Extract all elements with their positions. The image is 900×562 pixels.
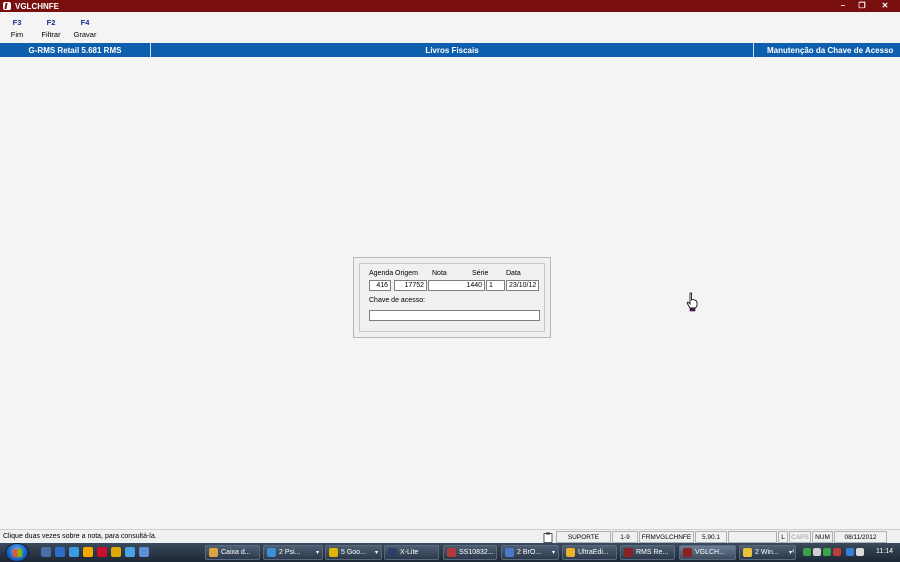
rms-icon [683,548,692,557]
taskbar: Caixa d... 2 Psi... ▾ 5 Goo... ▾ X-Lite SS… [0,543,900,562]
fkey-gravar-button[interactable]: F4 Gravar [68,18,102,39]
folder-icon [209,548,218,557]
taskbar-item-active[interactable]: VGLCH... [679,545,736,560]
status-date: 08/11/2012 [834,531,887,543]
taskbar-item[interactable]: 2 BrO... ▾ [501,545,559,560]
status-message: Clique duas vezes sobre a nota, para con… [3,533,157,540]
document-icon [447,548,456,557]
agenda-label: Agenda [369,270,394,277]
phone-icon [388,548,397,557]
data-field[interactable]: 23/10/12 [506,280,539,291]
window-title: VGLCHNFE [15,1,59,11]
fkey-label: Filtrar [41,30,61,39]
module-name: Livros Fiscais [151,43,754,57]
status-num: NUM [812,531,833,543]
chrome-icon[interactable] [111,547,121,557]
taskbar-item-label: 2 Psi... [279,549,301,556]
restore-button[interactable]: ❐ [853,0,871,11]
close-button[interactable]: ✕ [872,0,898,11]
pdf-icon[interactable] [97,547,107,557]
agenda-field[interactable]: 416 [369,280,391,291]
tray-alert-icon[interactable] [833,548,841,556]
tray-expand-icon[interactable]: ‹ [792,546,795,555]
system-tray: ‹ 11:14 [790,543,900,562]
status-bar: Clique duas vezes sobre a nota, para con… [0,529,900,543]
taskbar-item-label: Caixa d... [221,549,251,556]
window-quicklaunch-icon[interactable] [139,547,149,557]
fkey-code: F2 [46,18,56,27]
tray-status-icon[interactable] [823,548,831,556]
window-controls: – ❐ ✕ [834,0,898,11]
taskbar-item[interactable]: UltraEdi... [562,545,617,560]
nota-form: Agenda Origem Nota Série Data 416 17752 … [359,263,545,332]
taskbar-item[interactable]: SS10832... [443,545,497,560]
title-bar: VGLCHNFE – ❐ ✕ [0,0,900,12]
show-desktop-icon[interactable] [41,547,51,557]
screen-name: Manutenção da Chave de Acesso [767,45,894,55]
taskbar-item[interactable]: 5 Goo... ▾ [325,545,382,560]
nota-panel: Agenda Origem Nota Série Data 416 17752 … [353,257,551,338]
origem-label: Origem [395,270,418,277]
taskbar-item-label: UltraEdi... [578,549,609,556]
minimize-button[interactable]: – [834,0,852,11]
app-icon [3,2,11,10]
status-l: L [778,531,788,543]
status-user: SUPORTE [556,531,611,543]
fkey-filtrar-button[interactable]: F2 Filtrar [34,18,68,39]
status-range: 1-9 [612,531,638,543]
taskbar-item[interactable]: 2 Psi... ▾ [263,545,323,560]
status-caps: CAPS [789,531,811,543]
fkey-code: F4 [80,18,90,27]
taskbar-item-label: X-Lite [400,549,419,556]
clipboard-icon [541,531,555,543]
volume-icon[interactable] [856,548,864,556]
taskbar-item-label: 2 Win... [755,549,779,556]
taskbar-item[interactable]: Caixa d... [205,545,260,560]
app-quicklaunch-icon[interactable] [125,547,135,557]
taskbar-item[interactable]: 2 Win... ▾ [739,545,796,560]
clock[interactable]: 11:14 [876,548,893,555]
media-icon[interactable] [83,547,93,557]
tray-app-icon[interactable] [813,548,821,556]
app-icon [267,548,276,557]
module-header: G-RMS Retail 5.681 RMS Livros Fiscais Ma… [0,43,900,57]
function-key-toolbar: F3 Fim F2 Filtrar F4 Gravar [0,12,900,43]
folder-icon [743,548,752,557]
taskbar-item-label: RMS Re... [636,549,669,556]
network-icon[interactable] [803,548,811,556]
taskbar-item[interactable]: X-Lite [384,545,439,560]
fkey-fim-button[interactable]: F3 Fim [0,18,34,39]
chrome-icon [329,548,338,557]
ie-icon[interactable] [69,547,79,557]
origem-field[interactable]: 17752 [394,280,427,291]
taskbar-item-label: SS10832... [459,549,494,556]
fkey-label: Gravar [73,30,97,39]
taskbar-item-label: VGLCH... [695,549,725,556]
fkey-label: Fim [10,30,24,39]
status-empty [728,531,777,543]
status-version: 5.90.1 [695,531,727,543]
editor-icon [566,548,575,557]
display-icon[interactable] [846,548,854,556]
chave-acesso-field[interactable] [369,310,540,321]
serie-field[interactable]: 1 [486,280,505,291]
taskbar-item-label: 5 Goo... [341,549,366,556]
rms-icon [624,548,633,557]
nota-label: Nota [432,270,447,277]
taskbar-item-label: 2 BrO... [517,549,542,556]
serie-label: Série [472,270,489,277]
explorer-icon[interactable] [55,547,65,557]
status-form: FRMVGLCHNFE [639,531,694,543]
fkey-code: F3 [12,18,22,27]
start-button[interactable] [5,543,29,562]
chave-label: Chave de acesso: [369,297,426,304]
system-name: G-RMS Retail 5.681 RMS [0,43,151,57]
nota-field[interactable]: 1440 [428,280,485,291]
browser-icon [505,548,514,557]
taskbar-item[interactable]: RMS Re... [620,545,675,560]
hand-cursor-icon [686,292,698,314]
data-label: Data [506,270,521,277]
